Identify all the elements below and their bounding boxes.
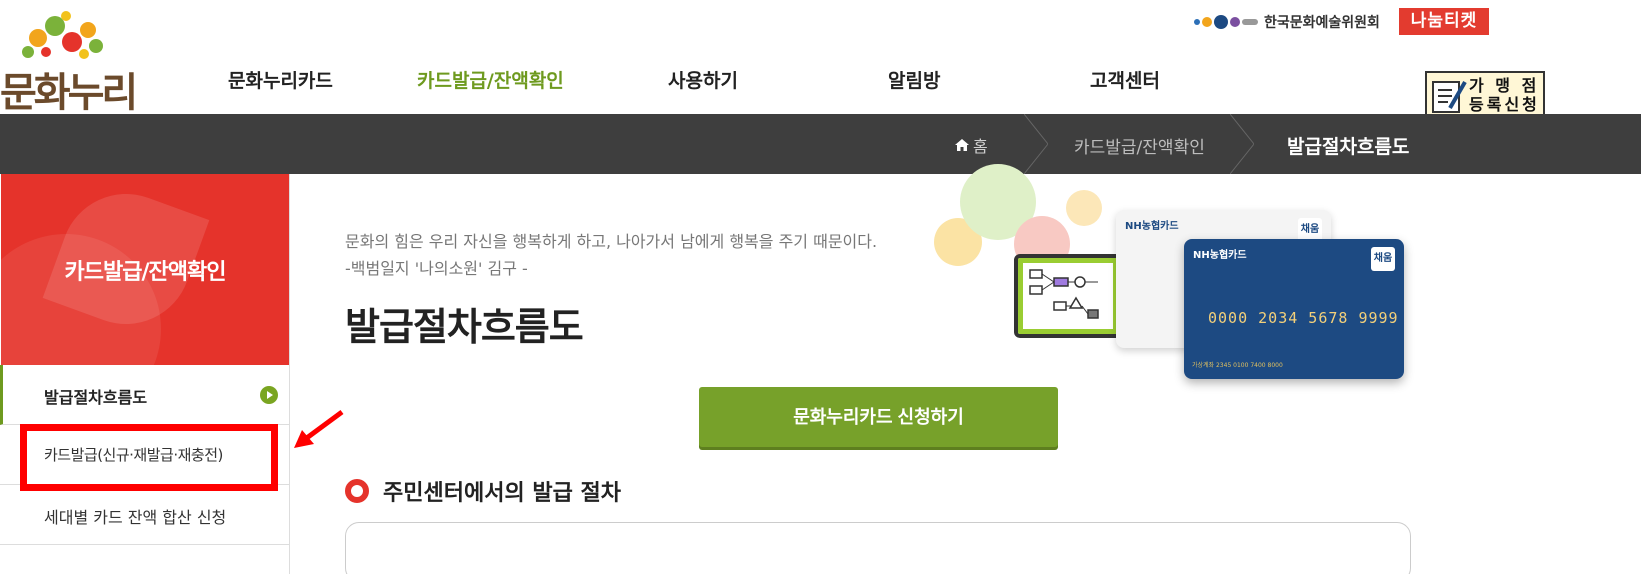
- section-heading: 주민센터에서의 발급 절차: [345, 475, 621, 507]
- arrow-circle-right-icon: [260, 386, 278, 404]
- nav-item-usage[interactable]: 사용하기: [668, 66, 738, 93]
- home-icon: [955, 139, 969, 151]
- sidebar-menu: 발급절차흐름도 카드발급(신규·재발급·재충전) 세대별 카드 잔액 합산 신청: [0, 365, 290, 545]
- nav-item-notice[interactable]: 알림방: [888, 66, 940, 93]
- logo-bubbles-icon: [22, 11, 103, 59]
- nav-item-card-issue[interactable]: 카드발급/잔액확인: [417, 66, 564, 93]
- merchant-register-button[interactable]: 가 맹 점 등록신청: [1425, 71, 1545, 119]
- section-ring-icon: [345, 479, 369, 503]
- pencil-document-icon: [1432, 81, 1467, 113]
- card-illustration: NH농협카드 채움 NH농협카드 채움 0000 2034 5678 9999 …: [930, 164, 1410, 394]
- card-account: 가상계좌 2345 0100 7400 8000: [1192, 362, 1283, 369]
- card-brand-label: NH농협카드: [1193, 250, 1247, 261]
- site-logo[interactable]: 문화누리: [0, 8, 140, 116]
- breadcrumb-current: 발급절차흐름도: [1287, 136, 1410, 158]
- card-number: 0000 2034 5678 9999: [1208, 309, 1399, 327]
- nav-item-munhwanuri-card[interactable]: 문화누리카드: [228, 66, 333, 93]
- card-badge: 채움: [1371, 247, 1395, 271]
- chevron-separator-icon: [1024, 114, 1048, 174]
- quote-line2: -백범일지 '나의소원' 김구 -: [345, 259, 528, 278]
- nh-card-image: NH농협카드 채움 0000 2034 5678 9999 가상계좌 2345 …: [1184, 239, 1404, 379]
- merchant-label-line1: 가 맹 점: [1469, 76, 1540, 95]
- sidebar-item-label: 카드발급(신규·재발급·재충전): [44, 446, 223, 464]
- quote-text: 문화의 힘은 우리 자신을 행복하게 하고, 나아가서 남에게 행복을 주기 때…: [345, 228, 877, 282]
- chevron-separator-icon: [1230, 114, 1254, 174]
- sidebar-item-household-balance[interactable]: 세대별 카드 잔액 합산 신청: [0, 485, 290, 545]
- sidebar-item-label: 세대별 카드 잔액 합산 신청: [44, 508, 227, 527]
- annotation-arrow-icon: [294, 409, 344, 448]
- breadcrumb-section[interactable]: 카드발급/잔액확인: [1074, 133, 1205, 158]
- nav-item-customer-center[interactable]: 고객센터: [1090, 66, 1160, 93]
- sidebar-item-label: 발급절차흐름도: [44, 388, 148, 407]
- arko-link[interactable]: 한국문화예술위원회: [1194, 9, 1380, 35]
- apply-card-button[interactable]: 문화누리카드 신청하기: [699, 387, 1058, 447]
- merchant-register-label: 가 맹 점 등록신청: [1469, 76, 1540, 114]
- sidebar-item-issue-flow[interactable]: 발급절차흐름도: [0, 365, 290, 425]
- arko-logo-icon: [1194, 15, 1258, 29]
- sidebar-header: 카드발급/잔액확인: [1, 174, 289, 365]
- breadcrumb: 홈 카드발급/잔액확인 발급절차흐름도: [0, 114, 1641, 174]
- nanum-ticket-link[interactable]: 나눔티켓: [1399, 8, 1489, 35]
- merchant-label-line2: 등록신청: [1469, 95, 1540, 114]
- section-title: 주민센터에서의 발급 절차: [383, 481, 621, 506]
- monitor-flowchart-icon: [1014, 254, 1122, 338]
- arko-label: 한국문화예술위원회: [1264, 15, 1380, 31]
- page-title: 발급절차흐름도: [345, 305, 584, 349]
- site-header: 문화누리 문화누리카드 카드발급/잔액확인 사용하기 알림방 고객센터 한국문화…: [0, 0, 1641, 119]
- breadcrumb-home[interactable]: 홈: [955, 133, 988, 157]
- quote-line1: 문화의 힘은 우리 자신을 행복하게 하고, 나아가서 남에게 행복을 주기 때…: [345, 232, 878, 251]
- sidebar-item-card-issue[interactable]: 카드발급(신규·재발급·재충전): [0, 425, 290, 485]
- procedure-content-box: [345, 522, 1411, 574]
- card-brand-label: NH농협카드: [1125, 221, 1179, 232]
- sidebar-title: 카드발급/잔액확인: [64, 260, 227, 285]
- breadcrumb-home-label: 홈: [973, 137, 988, 156]
- sidebar: 카드발급/잔액확인 발급절차흐름도 카드발급(신규·재발급·재충전) 세대별 카…: [0, 174, 290, 574]
- logo-text: 문화누리: [0, 70, 138, 116]
